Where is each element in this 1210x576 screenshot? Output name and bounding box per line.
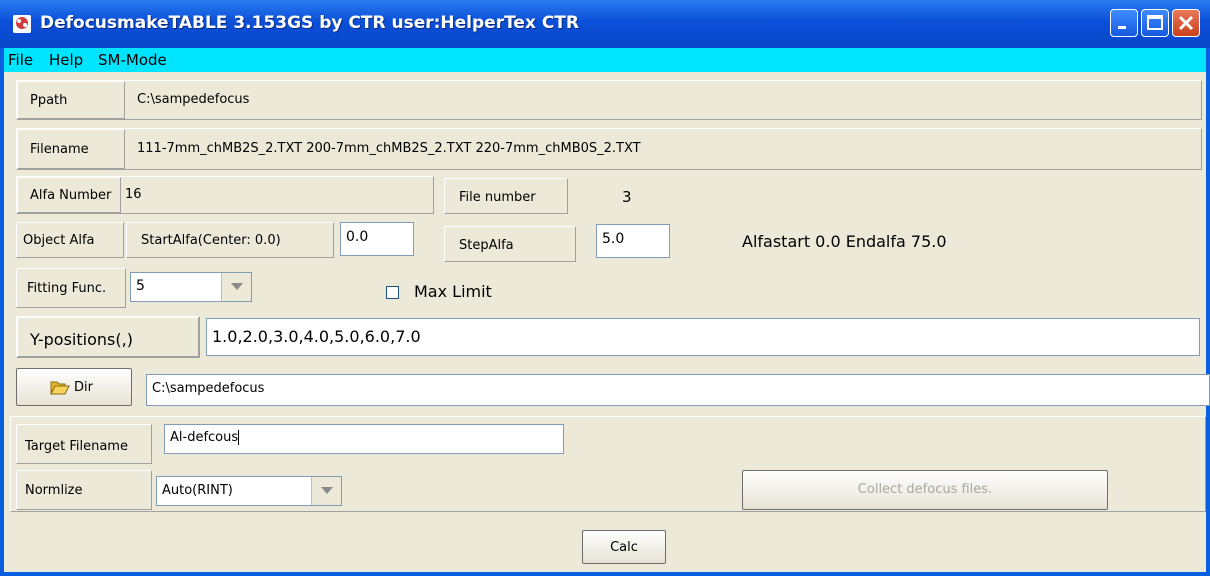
menu-help[interactable]: Help	[49, 51, 83, 69]
fitting-func-select[interactable]: 5	[130, 272, 252, 302]
ppath-value: C:\sampedefocus	[137, 92, 250, 107]
ppath-label: Ppath	[30, 93, 68, 108]
fitting-label-box: Fitting Func.	[16, 268, 126, 308]
alfa-number-box: Alfa Number 16	[16, 176, 434, 214]
alfa-number-label-box: Alfa Number	[17, 177, 121, 213]
target-filename-value: Al-defcous	[170, 430, 239, 445]
step-alfa-label: StepAlfa	[459, 238, 514, 253]
step-alfa-label-box: StepAlfa	[444, 226, 576, 262]
filename-row: Filename 111-7mm_chMB2S_2.TXT 200-7mm_ch…	[16, 128, 1202, 170]
filename-label: Filename	[30, 142, 89, 157]
maximize-button[interactable]	[1141, 9, 1169, 37]
dir-button[interactable]: Dir	[16, 368, 132, 406]
fitting-label: Fitting Func.	[27, 281, 107, 296]
title-bar[interactable]: DefocusmakeTABLE 3.153GS by CTR user:Hel…	[0, 0, 1210, 48]
dir-button-label: Dir	[74, 380, 93, 395]
ppath-row: Ppath C:\sampedefocus	[16, 80, 1202, 120]
maximize-icon	[1147, 15, 1163, 30]
chevron-down-icon[interactable]	[221, 273, 251, 301]
close-icon	[1178, 15, 1194, 31]
y-positions-label-box: Y-positions(,)	[16, 316, 200, 358]
app-window: DefocusmakeTABLE 3.153GS by CTR user:Hel…	[0, 0, 1210, 576]
calc-button[interactable]: Calc	[582, 530, 666, 564]
normalize-select[interactable]: Auto(RINT)	[156, 476, 342, 506]
normalize-value: Auto(RINT)	[162, 483, 233, 498]
object-alfa-label: Object Alfa	[23, 233, 95, 248]
fitting-func-value: 5	[136, 278, 145, 294]
collect-defocus-files-button[interactable]: Collect defocus files.	[742, 470, 1108, 510]
step-alfa-input[interactable]: 5.0	[596, 224, 670, 258]
minimize-icon	[1118, 26, 1126, 29]
app-icon	[13, 15, 31, 33]
start-alfa-label-box: StartAlfa(Center: 0.0)	[126, 222, 334, 258]
main-form: Ppath C:\sampedefocus Filename 111-7mm_c…	[4, 72, 1210, 572]
y-positions-input[interactable]: 1.0,2.0,3.0,4.0,5.0,6.0,7.0	[206, 318, 1200, 356]
dir-path-input[interactable]: C:\sampedefocus	[146, 374, 1210, 406]
close-button[interactable]	[1172, 9, 1200, 37]
window-title: DefocusmakeTABLE 3.153GS by CTR user:Hel…	[40, 13, 579, 33]
menu-file[interactable]: File	[8, 51, 33, 69]
max-limit-label: Max Limit	[414, 282, 492, 301]
normalize-label: Normlize	[25, 483, 83, 498]
start-alfa-input[interactable]: 0.0	[340, 222, 414, 256]
file-number-value: 3	[622, 188, 632, 206]
start-alfa-label: StartAlfa(Center: 0.0)	[141, 233, 281, 248]
target-filename-input[interactable]: Al-defcous	[164, 424, 564, 454]
ppath-label-box: Ppath	[17, 81, 125, 119]
text-caret	[238, 430, 240, 445]
menu-sm-mode[interactable]: SM-Mode	[98, 51, 167, 69]
file-number-label-box: File number	[444, 178, 568, 214]
alfa-number-label: Alfa Number	[30, 188, 112, 203]
filename-value: 111-7mm_chMB2S_2.TXT 200-7mm_chMB2S_2.TX…	[137, 141, 641, 156]
filename-label-box: Filename	[17, 129, 125, 169]
target-filename-label-box: Target Filename	[16, 424, 152, 464]
y-positions-label: Y-positions(,)	[30, 330, 133, 349]
folder-open-icon	[50, 381, 70, 395]
target-filename-label: Target Filename	[25, 439, 128, 454]
max-limit-checkbox[interactable]	[386, 286, 399, 299]
file-number-label: File number	[459, 190, 536, 205]
alfa-number-value: 16	[125, 187, 142, 202]
minimize-button[interactable]	[1110, 9, 1138, 37]
menu-bar: File Help SM-Mode	[4, 48, 1206, 72]
alfa-range-summary: Alfastart 0.0 Endalfa 75.0	[742, 232, 947, 251]
chevron-down-icon[interactable]	[311, 477, 341, 505]
normalize-label-box: Normlize	[16, 470, 152, 510]
object-alfa-label-box: Object Alfa	[16, 222, 124, 258]
